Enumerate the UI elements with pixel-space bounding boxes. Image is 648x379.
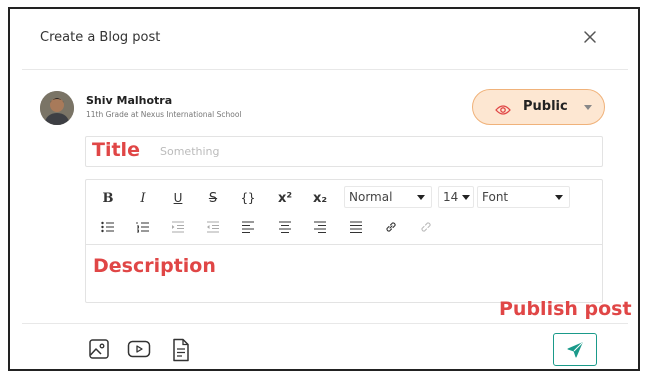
chevron-down-icon [584,105,592,110]
superscript-button[interactable]: x² [273,186,297,210]
avatar [40,91,74,125]
user-subtitle: 11th Grade at Nexus International School [86,110,242,119]
font-family-select[interactable]: Font [477,186,570,208]
editor-toolbar: B I U S {} x² x₂ Normal 14 Font [86,180,602,245]
close-icon[interactable] [582,29,598,45]
link-icon[interactable] [379,215,403,239]
align-center-icon[interactable] [273,215,297,239]
indent-icon[interactable] [166,215,190,239]
font-size-value: 14 [443,190,459,204]
video-icon[interactable] [127,338,151,362]
ordered-list-icon[interactable] [131,215,155,239]
heading-select[interactable]: Normal [344,186,432,208]
bullet-list-icon[interactable] [96,215,120,239]
align-justify-icon[interactable] [344,215,368,239]
description-annotation: Description [93,255,216,277]
subscript-button[interactable]: x₂ [308,186,332,210]
chevron-down-icon [555,195,563,200]
header-divider [22,69,628,70]
footer-divider [22,323,628,324]
publish-annotation: Publish post [499,298,632,320]
image-icon[interactable] [88,338,112,362]
modal-title: Create a Blog post [40,30,161,45]
italic-button[interactable]: I [131,186,155,210]
font-size-select[interactable]: 14 [438,186,474,208]
align-left-icon[interactable] [236,215,260,239]
chevron-down-icon [417,195,425,200]
description-input[interactable]: Description [86,246,602,303]
heading-select-value: Normal [349,190,393,204]
title-annotation: Title [92,139,142,161]
eye-icon [495,101,511,115]
bold-button[interactable]: B [96,186,120,210]
code-button[interactable]: {} [236,186,260,210]
create-blog-post-modal: Create a Blog post Shiv Malhotra 11th Gr… [8,7,640,371]
visibility-dropdown[interactable]: Public [472,89,605,125]
user-name: Shiv Malhotra [86,94,173,107]
outdent-icon[interactable] [201,215,225,239]
visibility-label: Public [523,99,568,114]
underline-button[interactable]: U [166,186,190,210]
chevron-down-icon [462,195,470,200]
title-input[interactable] [86,137,602,166]
strikethrough-button[interactable]: S [201,186,225,210]
title-field[interactable] [85,136,603,167]
publish-button[interactable] [553,333,597,366]
description-editor: B I U S {} x² x₂ Normal 14 Font Descript… [85,179,603,303]
send-icon [567,342,583,357]
document-icon[interactable] [171,338,195,362]
align-right-icon[interactable] [308,215,332,239]
font-family-value: Font [482,190,509,204]
unlink-icon[interactable] [414,215,438,239]
